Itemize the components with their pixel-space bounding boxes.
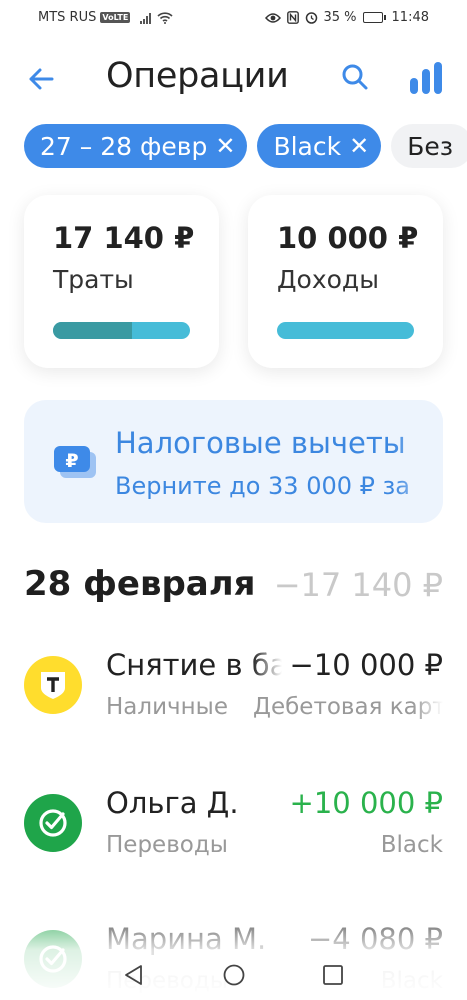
filter-chip-label: Black	[273, 131, 342, 161]
spending-amount: 17 140 ₽	[53, 221, 195, 255]
volte-badge: VoLTE	[100, 12, 131, 23]
promo-fade	[393, 400, 443, 523]
alarm-icon	[305, 12, 317, 24]
filter-chip-other[interactable]: Без	[391, 124, 467, 168]
page-title: Операции	[106, 56, 289, 96]
filter-chips: 27 – 28 февр ✕ Black ✕ Без	[24, 124, 467, 168]
svg-text:₽: ₽	[65, 450, 78, 472]
promo-title: Налоговые вычеты	[115, 426, 406, 460]
income-card[interactable]: 10 000 ₽ Доходы	[248, 195, 443, 368]
clock: 11:48	[391, 10, 429, 25]
filter-chip-account[interactable]: Black ✕	[257, 124, 382, 168]
app-header: Операции	[0, 52, 467, 104]
transaction-category: Переводы	[106, 832, 228, 858]
bar-chart-icon[interactable]	[406, 58, 446, 98]
filter-chip-date[interactable]: 27 – 28 февр ✕	[24, 124, 248, 168]
search-icon[interactable]	[340, 62, 370, 92]
transaction-amount: −10 000 ₽	[289, 648, 443, 682]
wifi-icon	[157, 11, 173, 24]
income-amount: 10 000 ₽	[277, 221, 419, 255]
nfc-icon	[286, 11, 299, 24]
date-title: 28 февраля	[24, 564, 256, 604]
transaction-category: Наличные	[106, 694, 228, 720]
eye-icon	[264, 12, 281, 23]
transaction-amount: +10 000 ₽	[289, 786, 443, 820]
transaction-name: Ольга Д.	[106, 786, 239, 820]
income-label: Доходы	[277, 265, 379, 294]
carrier-label: MTS RUS	[38, 10, 97, 25]
tbank-logo-icon	[24, 656, 82, 714]
close-icon[interactable]: ✕	[215, 134, 235, 158]
status-left: MTS RUS VoLTE	[38, 10, 173, 25]
transaction-account: Black	[380, 832, 443, 858]
nav-recents-icon[interactable]	[320, 962, 346, 988]
date-group-header: 28 февраля −17 140 ₽	[24, 562, 443, 608]
spending-card[interactable]: 17 140 ₽ Траты	[24, 195, 219, 368]
spending-label: Траты	[53, 265, 134, 294]
transfer-check-icon	[24, 794, 82, 852]
income-bar	[277, 322, 414, 339]
battery-icon	[362, 12, 386, 23]
date-total: −17 140 ₽	[273, 566, 443, 604]
spending-bar-segment	[53, 322, 133, 339]
ruble-card-icon: ₽	[54, 446, 96, 478]
nav-back-icon[interactable]	[121, 962, 147, 988]
battery-percent: 35 %	[323, 10, 357, 25]
filter-chip-label: 27 – 28 февр	[40, 131, 208, 161]
spending-bar	[53, 322, 190, 339]
arrow-left-icon[interactable]	[24, 62, 58, 96]
tax-deduction-banner[interactable]: ₽ Налоговые вычеты Верните до 33 000 ₽ з…	[24, 400, 443, 523]
transaction-name: Снятие в банкомате	[106, 648, 282, 682]
signal-icon	[140, 12, 152, 24]
promo-subtitle: Верните до 33 000 ₽ за	[115, 472, 411, 500]
close-icon[interactable]: ✕	[349, 134, 369, 158]
nav-home-icon[interactable]	[221, 962, 247, 988]
status-bar: MTS RUS VoLTE 35 % 11:48	[0, 0, 467, 36]
system-nav-bar	[0, 950, 467, 1000]
transaction-account: Дебетовая карта	[253, 694, 443, 720]
status-right: 35 % 11:48	[264, 10, 429, 25]
transaction-row[interactable]: Ольга Д. +10 000 ₽ Переводы Black	[24, 786, 443, 876]
transaction-row[interactable]: Снятие в банкомате −10 000 ₽ Наличные Де…	[24, 648, 443, 738]
filter-chip-label: Без	[407, 131, 454, 161]
